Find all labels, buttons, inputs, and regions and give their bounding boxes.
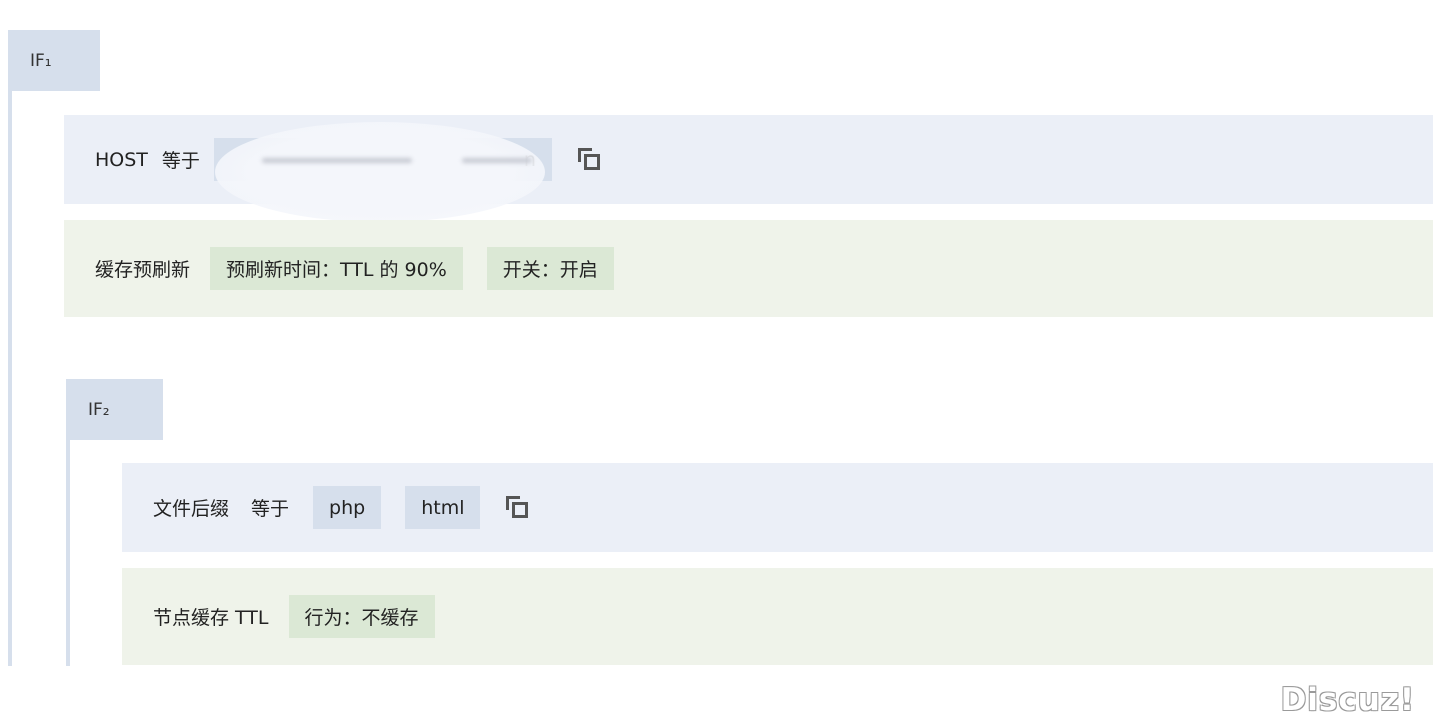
action-chip: 预刷新时间：TTL 的 90%: [210, 247, 463, 290]
value-chip: html: [405, 486, 481, 529]
value-chip: php: [313, 486, 382, 529]
if2-tag: IF₂: [66, 379, 163, 440]
if2-action-row[interactable]: 节点缓存 TTL 行为：不缓存: [122, 568, 1433, 665]
if2-rule-line: [66, 440, 70, 666]
action-chip: 行为：不缓存: [288, 595, 435, 638]
action-name: 节点缓存 TTL: [153, 607, 269, 629]
redaction-blur: [262, 158, 412, 163]
if1-tag-label: IF₁: [30, 50, 52, 71]
if1-tag: IF₁: [8, 30, 100, 91]
condition-field: 文件后缀: [153, 498, 230, 520]
if2-tag-label: IF₂: [88, 399, 110, 420]
if2-condition-row[interactable]: 文件后缀 等于 php html: [122, 463, 1433, 552]
action-chip: 开关：开启: [486, 247, 614, 290]
redaction-blur: [462, 158, 532, 163]
if1-rule-line: [8, 91, 12, 666]
redaction-blur: [215, 122, 545, 222]
action-name: 缓存预刷新: [95, 259, 191, 281]
condition-operator: 等于: [251, 498, 290, 520]
discuz-watermark: Discuz!: [1280, 682, 1415, 718]
condition-operator: 等于: [161, 150, 200, 172]
copy-icon[interactable]: [577, 147, 602, 172]
condition-field: HOST: [95, 148, 148, 171]
copy-icon[interactable]: [506, 495, 530, 520]
if1-action-row[interactable]: 缓存预刷新 预刷新时间：TTL 的 90% 开关：开启: [64, 220, 1433, 317]
